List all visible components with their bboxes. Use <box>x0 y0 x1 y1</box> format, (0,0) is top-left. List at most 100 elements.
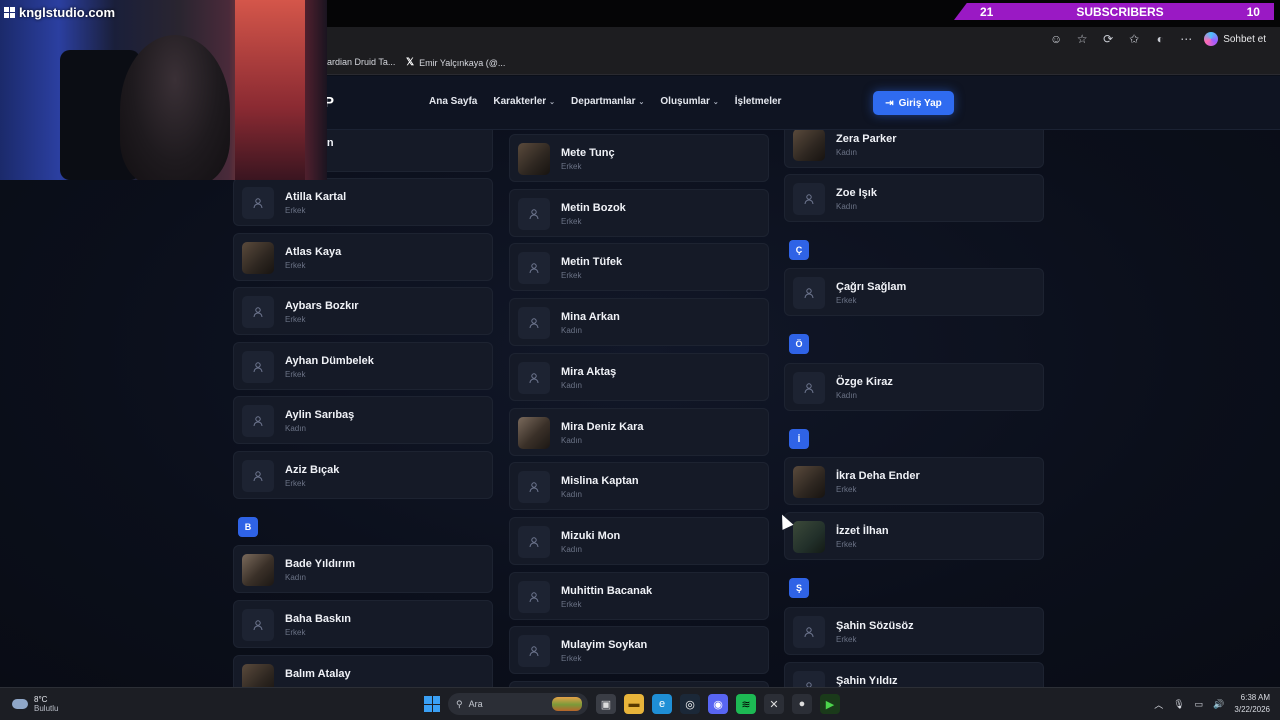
watermark-logo-icon <box>4 7 15 18</box>
subscribers-bar: 21 SUBSCRIBERS 10 <box>954 3 1274 20</box>
user-icon <box>242 187 274 219</box>
nav-businesses[interactable]: İşletmeler <box>735 96 782 107</box>
profile-icon[interactable]: ◐ <box>1152 31 1168 47</box>
user-icon <box>518 197 550 230</box>
obs-icon[interactable]: ● <box>792 694 812 714</box>
tray-overflow-icon[interactable]: ︿ <box>1154 698 1163 711</box>
character-card[interactable]: Mislina Kaptan Kadın <box>509 462 769 511</box>
character-name: Şahin Yıldız <box>836 675 898 687</box>
character-gender: Erkek <box>285 315 306 325</box>
character-card[interactable]: Ayhan Dümbelek Erkek <box>233 341 493 390</box>
character-name: Zera Parker <box>836 133 897 145</box>
character-card[interactable]: İzzet İlhan Erkek <box>784 512 1044 560</box>
nav-home[interactable]: Ana Sayfa <box>429 96 477 107</box>
nav-departments[interactable]: Departmanlar ⌄ <box>571 96 644 107</box>
emoji-icon[interactable]: ☺ <box>1048 31 1064 47</box>
search-placeholder: Ara <box>468 699 483 709</box>
character-gender: Erkek <box>836 296 857 305</box>
taskbar-apps: ⚲ Ara ▣ ▬ e ◎ ◉ ≋ ✕ ● ▶ <box>424 693 840 715</box>
file-explorer-icon[interactable]: ▬ <box>624 694 644 714</box>
steam-icon[interactable]: ◎ <box>680 694 700 714</box>
start-icon[interactable] <box>424 696 440 712</box>
character-name: Şahin Sözüsöz <box>836 620 914 632</box>
chevron-down-icon: ⌄ <box>712 99 719 106</box>
clock-date: 3/22/2026 <box>1234 705 1270 714</box>
clock[interactable]: 6:38 AM 3/22/2026 <box>1234 692 1270 716</box>
letter-section-badge: İ <box>789 429 809 449</box>
character-card[interactable]: Şahin Yıldız <box>784 662 1044 687</box>
character-card[interactable]: Bade Yıldırım Kadın <box>233 545 493 593</box>
favorite-star-icon[interactable]: ☆ <box>1074 31 1090 47</box>
character-card[interactable]: Mizuki Mon Kadın <box>509 516 769 565</box>
app-icon[interactable]: ▶ <box>820 694 840 714</box>
character-name: Atilla Kartal <box>285 191 347 203</box>
weather-widget[interactable]: 8°C Bulutlu <box>12 695 58 713</box>
terminal-icon[interactable]: ✕ <box>764 694 784 714</box>
more-icon[interactable]: ⋯ <box>1178 31 1194 47</box>
favorites-icon[interactable]: ✩ <box>1126 31 1142 47</box>
character-gender: Kadın <box>561 435 582 445</box>
character-card[interactable]: Aybars Bozkır Erkek <box>233 287 493 336</box>
character-card[interactable]: Aylin Sarıbaş Kadın <box>233 396 493 445</box>
character-card[interactable]: Özge Kiraz Kadın <box>784 363 1044 411</box>
task-view-icon[interactable]: ▣ <box>596 694 616 714</box>
copilot-button[interactable]: Sohbet et <box>1204 32 1266 46</box>
character-card[interactable]: Şahin Sözüsöz Erkek <box>784 607 1044 655</box>
user-icon <box>793 277 825 309</box>
character-gender: Kadın <box>561 326 582 336</box>
character-card[interactable]: Aziz Bıçak Erkek <box>233 451 493 499</box>
login-label: Giriş Yap <box>898 97 942 109</box>
login-button[interactable]: ⇥ Giriş Yap <box>873 91 954 115</box>
letter-section-badge: Ç <box>789 240 809 260</box>
extensions-icon[interactable]: ⟳ <box>1100 31 1116 47</box>
subs-left-count: 21 <box>980 4 994 19</box>
character-gender: Erkek <box>285 628 306 637</box>
spotify-icon[interactable]: ≋ <box>736 694 756 714</box>
character-card[interactable]: Zera Parker Kadın <box>784 130 1044 168</box>
character-card[interactable]: Metin Tüfek Erkek <box>509 243 769 292</box>
character-name: Mira Aktaş <box>561 365 617 378</box>
character-name: İkra Deha Ender <box>836 470 920 482</box>
edge-icon[interactable]: e <box>652 694 672 714</box>
network-icon[interactable]: ▭ <box>1195 699 1204 710</box>
user-icon <box>518 252 550 285</box>
character-card[interactable]: Mira Aktaş Kadın <box>509 352 769 401</box>
copilot-label: Sohbet et <box>1223 33 1266 45</box>
character-gender: Erkek <box>285 206 306 215</box>
character-card[interactable]: Atlas Kaya Erkek <box>233 232 493 281</box>
character-card[interactable]: Mete Tunç Erkek <box>509 134 769 182</box>
microphone-icon[interactable]: 🎙 <box>1173 699 1184 710</box>
discord-icon[interactable]: ◉ <box>708 694 728 714</box>
nav-characters-label: Karakterler <box>493 96 547 107</box>
character-card[interactable]: Muhittin Bacanak Erkek <box>509 571 769 620</box>
character-gender: Erkek <box>836 635 857 644</box>
nav-organizations[interactable]: Oluşumlar ⌄ <box>660 96 718 107</box>
taskbar-search[interactable]: ⚲ Ara <box>448 693 588 715</box>
character-name: Metin Bozok <box>561 201 626 214</box>
character-name: Mislina Kaptan <box>561 475 639 488</box>
character-card[interactable]: Baha Baskın Erkek <box>233 600 493 648</box>
character-name: Mizuki Mon <box>561 529 621 542</box>
character-card[interactable]: Mira Deniz Kara Kadın <box>509 407 769 456</box>
nav-characters[interactable]: Karakterler ⌄ <box>493 96 555 107</box>
letter-section-badge: Ö <box>789 334 809 354</box>
character-card[interactable]: Zoe Işık Kadın <box>784 174 1044 222</box>
character-card[interactable]: Balım Atalay <box>233 655 493 687</box>
character-card[interactable]: Çağrı Sağlam Erkek <box>784 268 1044 316</box>
character-card[interactable]: İkra Deha Ender Erkek <box>784 457 1044 505</box>
volume-icon[interactable]: 🔊 <box>1213 699 1224 710</box>
character-photo <box>518 416 550 449</box>
character-card[interactable]: Mulayim Soykan Erkek <box>509 626 769 675</box>
character-gender: Kadın <box>285 573 306 582</box>
character-photo <box>518 143 550 175</box>
character-name: İzzet İlhan <box>836 525 889 537</box>
character-name: Atlas Kaya <box>285 245 342 258</box>
favorite-link-2[interactable]: 𝕏 Emir Yalçınkaya (@... <box>406 57 505 68</box>
character-card[interactable]: Atilla Kartal Erkek <box>233 178 493 226</box>
character-photo <box>242 664 274 687</box>
character-gender: Kadın <box>836 202 857 211</box>
character-gender: Erkek <box>561 599 582 609</box>
favorite-link-1[interactable]: ardian Druid Ta... <box>327 57 395 67</box>
character-card[interactable]: Mina Arkan Kadın <box>509 298 769 347</box>
character-card[interactable]: Metin Bozok Erkek <box>509 188 769 237</box>
